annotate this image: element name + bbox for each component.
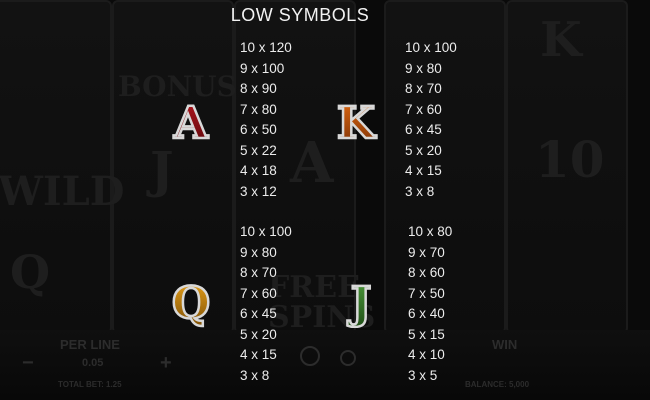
pay-row: 8 x 70	[240, 265, 277, 280]
pay-row: 6 x 50	[240, 122, 277, 137]
paytable-j: 10 x 80 9 x 70 8 x 60 7 x 50 6 x 40 5 x …	[408, 222, 452, 386]
pay-row: 6 x 40	[408, 306, 445, 321]
pay-row: 9 x 80	[240, 244, 277, 260]
svg-text:Q: Q	[172, 278, 210, 328]
per-line-value: 0.05	[82, 357, 104, 369]
paytable-a: 10 x 120 9 x 100 8 x 90 7 x 80 6 x 50 5 …	[240, 38, 292, 202]
pay-row: 3 x 12	[240, 183, 277, 199]
page-title: LOW SYMBOLS	[230, 5, 370, 25]
spin-button[interactable]	[300, 346, 320, 366]
svg-text:K: K	[337, 98, 377, 148]
autoplay-icon[interactable]	[340, 350, 356, 366]
pay-row: 6 x 45	[240, 306, 277, 321]
pay-row: 10 x 100	[240, 224, 292, 239]
win-label: WIN	[492, 337, 518, 352]
pay-row: 9 x 100	[240, 60, 285, 76]
pay-row: 8 x 90	[240, 81, 277, 96]
pay-row: 10 x 120	[240, 40, 292, 55]
pay-row: 7 x 60	[405, 101, 442, 117]
pay-row: 10 x 80	[408, 224, 453, 239]
wild-ghost-label: WILD	[0, 168, 125, 215]
pay-row: 4 x 15	[240, 347, 277, 362]
total-bet-text: TOTAL BET: 1.25	[58, 380, 122, 389]
per-line-label: PER LINE	[60, 337, 120, 352]
pay-row: 3 x 8	[240, 367, 270, 383]
pay-row: 9 x 70	[408, 244, 445, 260]
symbol-a-icon: A	[167, 96, 215, 148]
symbol-j-icon: J	[337, 276, 385, 328]
pay-row: 7 x 50	[408, 285, 445, 301]
balance-text: BALANCE: 5,000	[465, 380, 530, 389]
bet-minus-button[interactable]: −	[22, 352, 34, 375]
ten-ghost-label: 10	[535, 130, 605, 189]
pay-row: 7 x 60	[240, 285, 277, 301]
symbol-q-icon: Q	[167, 276, 215, 328]
paytable-q: 10 x 100 9 x 80 8 x 70 7 x 60 6 x 45 5 x…	[240, 222, 292, 386]
svg-text:J: J	[347, 278, 372, 328]
pay-row: 3 x 8	[405, 183, 435, 199]
pay-row: 5 x 20	[240, 326, 277, 342]
j-ghost-label: J	[150, 140, 174, 199]
pay-row: 5 x 20	[405, 142, 442, 158]
pay-row: 6 x 45	[405, 122, 442, 137]
pay-row: 5 x 15	[408, 326, 445, 342]
paytable-k: 10 x 100 9 x 80 8 x 70 7 x 60 6 x 45 5 x…	[405, 38, 457, 202]
pay-row: 4 x 18	[240, 163, 277, 178]
svg-text:A: A	[173, 98, 209, 148]
pay-row: 9 x 80	[405, 60, 442, 76]
pay-row: 10 x 100	[405, 40, 457, 55]
a-ghost-label: A	[290, 130, 334, 196]
background-game-screen: BONUS WILD FREE SPINS K A J 10 Q PER LIN…	[0, 0, 650, 400]
pay-row: 5 x 22	[240, 142, 277, 158]
pay-row: 4 x 10	[408, 347, 445, 362]
pay-row: 7 x 80	[240, 101, 277, 117]
pay-row: 8 x 70	[405, 81, 442, 96]
pay-row: 8 x 60	[408, 265, 445, 280]
pay-row: 3 x 5	[408, 367, 438, 383]
pay-row: 4 x 15	[405, 163, 442, 178]
symbol-k-icon: K	[332, 96, 380, 148]
bet-plus-button[interactable]: +	[160, 352, 172, 375]
q-ghost-label: Q	[10, 245, 51, 299]
